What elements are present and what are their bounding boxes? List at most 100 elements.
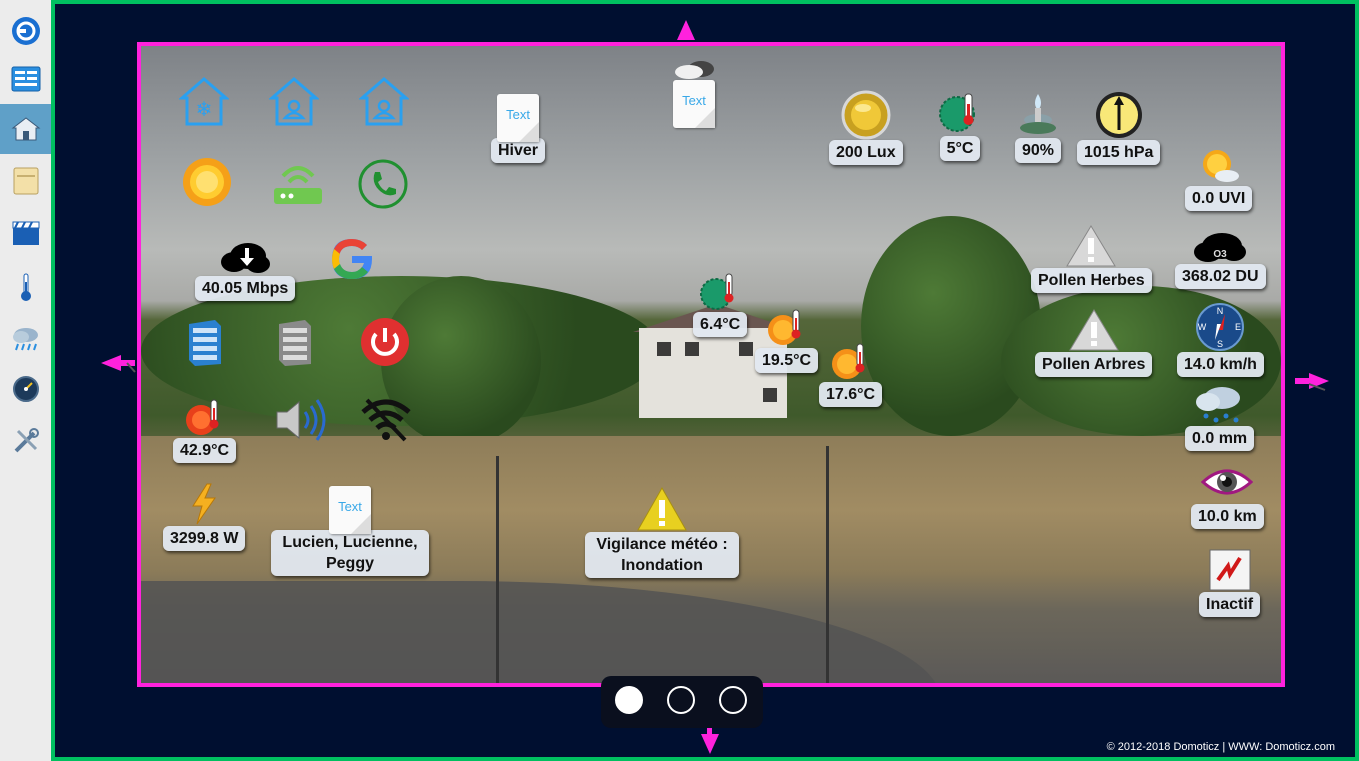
thermometer-green-icon (939, 93, 975, 132)
temp-2-label: 19.5°C (755, 348, 819, 373)
sidebar-item-weather[interactable] (0, 314, 51, 364)
barometer-icon (1095, 92, 1142, 138)
power-label: 3299.8 W (163, 526, 246, 551)
sidebar-item-switches[interactable] (0, 156, 51, 206)
light-bulb-icon (841, 90, 891, 140)
lightning-bolt-icon (192, 483, 217, 525)
sidebar-item-temperature[interactable] (0, 262, 51, 312)
lux-sensor[interactable]: 200 Lux (829, 90, 903, 165)
power-meter[interactable]: 3299.8 W (163, 482, 246, 551)
sun-icon[interactable] (181, 156, 233, 208)
sidebar (0, 0, 52, 761)
uvi-label: 0.0 UVI (1185, 186, 1253, 211)
wind-sensor[interactable]: N SW E 14.0 km/h (1177, 302, 1264, 377)
rain-cloud-icon (12, 328, 38, 351)
humidity-label: 90% (1015, 138, 1062, 163)
pollen-herbes-label: Pollen Herbes (1031, 268, 1152, 293)
wifi-off-icon[interactable] (359, 396, 413, 442)
pressure-label: 1015 hPa (1077, 140, 1161, 165)
ozone-sensor[interactable]: O3 368.02 DU (1175, 230, 1266, 289)
arrow-up-icon[interactable] (675, 18, 697, 42)
bandwidth-sensor[interactable]: 40.05 Mbps (195, 238, 296, 301)
google-icon[interactable] (325, 232, 379, 286)
compass-icon: N SW E (1196, 303, 1245, 351)
lightning-alert-icon (1209, 549, 1251, 591)
weather-text-device[interactable]: Text (671, 58, 717, 128)
season-text-device[interactable]: Text Hiver (491, 94, 546, 163)
tools-icon (14, 428, 39, 453)
thermometer-icon (20, 273, 31, 301)
sidebar-item-setup[interactable] (0, 416, 51, 466)
sun-cloud-icon (1202, 150, 1239, 182)
svg-text:❄: ❄ (196, 99, 213, 121)
text-doc-icon: Text (497, 94, 540, 142)
server-blue-icon[interactable] (185, 318, 225, 368)
arrow-right-icon[interactable] (1291, 370, 1331, 392)
phone-icon[interactable] (357, 158, 409, 210)
router-icon[interactable] (271, 158, 325, 208)
visibility-sensor[interactable]: 10.0 km (1191, 460, 1264, 529)
sidebar-item-floorplans[interactable] (0, 104, 51, 154)
text-doc-icon: Text (673, 80, 715, 128)
rain-sensor[interactable]: 0.0 mm (1185, 382, 1255, 451)
thermometer-sun-icon (767, 309, 801, 345)
warning-grey-icon (1068, 309, 1119, 351)
pollen-arbres-label: Pollen Arbres (1035, 352, 1153, 377)
outdoor-temp-sensor[interactable]: 5°C (937, 90, 983, 161)
eye-icon (1201, 469, 1254, 495)
speaker-icon[interactable] (273, 396, 329, 444)
alarm-house-snow-icon[interactable]: ❄ (179, 76, 229, 128)
arrow-left-icon[interactable] (99, 352, 137, 374)
cloud-icon (675, 61, 714, 79)
temp-1-label: 6.4°C (693, 312, 748, 337)
pager-dot-1[interactable] (615, 686, 643, 714)
warning-grey-icon (1066, 225, 1117, 267)
domoticz-logo-icon[interactable] (0, 6, 51, 56)
pager-dot-2[interactable] (667, 686, 695, 714)
floorplan-image: ❄ Text Hiver Text 200 Lux 5°C 90% 1015 h… (137, 42, 1285, 687)
pager-dot-3[interactable] (719, 686, 747, 714)
alarm-house-person-icon[interactable] (269, 76, 319, 128)
rain-label: 0.0 mm (1185, 426, 1255, 451)
house-icon (11, 117, 40, 141)
power-button-icon[interactable] (359, 316, 411, 368)
water-fountain-icon (1020, 94, 1057, 134)
sidebar-item-scenes[interactable] (0, 208, 51, 258)
ozone-cloud-icon: O3 (1194, 233, 1247, 262)
uv-sensor[interactable]: 0.0 UVI (1185, 146, 1253, 211)
presence-label: Lucien, Lucienne, Peggy (271, 530, 429, 576)
vigilance-alert[interactable]: Vigilance météo : Inondation (585, 486, 739, 578)
svg-text:O3: O3 (1214, 249, 1228, 260)
thermometer-sun-icon (831, 343, 865, 379)
rain-cloud-icon (1195, 387, 1240, 423)
alarm-house-person-2-icon[interactable] (359, 76, 409, 128)
svg-text:N: N (1217, 306, 1224, 316)
temp-sensor-3[interactable]: 17.6°C (819, 342, 883, 407)
sidebar-item-utility[interactable] (0, 364, 51, 414)
pollen-herbes-alert[interactable]: Pollen Herbes (1031, 224, 1152, 293)
outdoor-temp-label: 5°C (939, 136, 981, 161)
bandwidth-label: 40.05 Mbps (195, 276, 296, 301)
switch-panel-icon (13, 167, 38, 195)
humidity-sensor[interactable]: 90% (1015, 90, 1062, 163)
thermometer-green-icon (700, 273, 734, 310)
pollen-arbres-alert[interactable]: Pollen Arbres (1035, 308, 1153, 377)
temp-sensor-1[interactable]: 6.4°C (693, 272, 748, 337)
visibility-label: 10.0 km (1191, 504, 1264, 529)
temp-sensor-2[interactable]: 19.5°C (755, 308, 819, 373)
floorplan-view: ❄ Text Hiver Text 200 Lux 5°C 90% 1015 h… (51, 0, 1359, 761)
presence-text-device[interactable]: Text Lucien, Lucienne, Peggy (271, 486, 429, 576)
warning-yellow-icon (637, 486, 687, 531)
sidebar-item-dashboard[interactable] (0, 54, 51, 104)
ozone-label: 368.02 DU (1175, 264, 1266, 289)
svg-text:W: W (1198, 322, 1207, 332)
svg-text:E: E (1235, 322, 1241, 332)
temp-3-label: 17.6°C (819, 382, 883, 407)
server-grey-icon[interactable] (275, 318, 315, 368)
text-doc-icon: Text (329, 486, 371, 534)
svg-text:S: S (1217, 339, 1223, 349)
cloud-download-icon (221, 243, 271, 273)
pressure-sensor[interactable]: 1015 hPa (1077, 90, 1161, 165)
cpu-temp-sensor[interactable]: 42.9°C (173, 398, 237, 463)
alarm-status-device[interactable]: Inactif (1199, 548, 1261, 617)
